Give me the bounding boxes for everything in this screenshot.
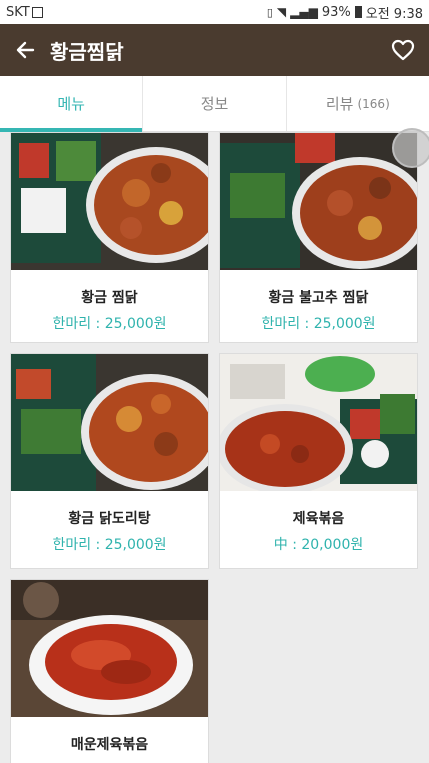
tab-info-label: 정보 [200, 95, 229, 113]
back-arrow-icon[interactable] [0, 24, 50, 76]
food-photo [11, 580, 208, 717]
food-photo [11, 354, 208, 491]
tab-reviews-label: 리뷰 [325, 95, 354, 113]
vibrate-icon: ▯ [266, 5, 273, 19]
menu-item-price: 中 : 20,000원 [273, 537, 364, 553]
page-title: 황금찜닭 [50, 39, 124, 64]
menu-item-name: 제육볶음 [292, 511, 345, 527]
menu-item-price: 한마리 : 25,000원 [261, 316, 376, 332]
carrier-label: SKT [6, 4, 30, 20]
tab-info[interactable]: 정보 [143, 76, 287, 131]
menu-item-name: 황금 닭도리탕 [68, 511, 151, 527]
menu-item-price: 한마리 : 25,000원 [52, 316, 167, 332]
menu-item-card[interactable]: 황금 찜닭 한마리 : 25,000원 [10, 132, 209, 343]
tab-reviews[interactable]: 리뷰 (166) [287, 76, 429, 131]
app-bar: 황금찜닭 [0, 24, 429, 76]
status-left: SKT [6, 5, 43, 20]
status-bar: SKT ▯ ◥ ▂▄▆ 93% 오전 9:38 [0, 0, 429, 24]
tab-menu[interactable]: 메뉴 [0, 76, 144, 132]
battery-icon [354, 6, 362, 18]
tab-bar: 메뉴 정보 리뷰 (166) [0, 76, 429, 132]
notification-icon [31, 6, 43, 18]
clock: 오전 9:38 [365, 6, 423, 22]
menu-item-card[interactable]: 황금 불고추 찜닭 한마리 : 25,000원 [219, 132, 418, 343]
favorite-heart-icon[interactable] [377, 24, 429, 76]
menu-item-name: 황금 불고추 찜닭 [268, 290, 369, 306]
battery-level: 93% [321, 4, 351, 20]
review-count: (166) [357, 96, 390, 111]
menu-item-name: 황금 찜닭 [81, 290, 138, 306]
menu-item-card[interactable]: 황금 닭도리탕 한마리 : 25,000원 [10, 353, 209, 569]
food-photo [220, 354, 417, 491]
wifi-icon: ◥ [276, 5, 287, 19]
food-photo [220, 133, 417, 270]
menu-grid: 황금 찜닭 한마리 : 25,000원 황금 불고추 찜닭 한마리 : 25,0… [0, 132, 429, 763]
menu-item-name: 매운제육볶음 [70, 737, 149, 753]
menu-item-card[interactable]: 제육볶음 中 : 20,000원 [219, 353, 418, 569]
scroll-top-button[interactable] [392, 128, 429, 168]
food-photo [11, 133, 208, 270]
menu-item-card[interactable]: 매운제육볶음 [10, 579, 209, 763]
status-right: ▯ ◥ ▂▄▆ 93% 오전 9:38 [267, 3, 423, 22]
tab-menu-label: 메뉴 [57, 95, 85, 113]
menu-item-price: 한마리 : 25,000원 [52, 537, 167, 553]
signal-icon: ▂▄▆ [290, 5, 318, 19]
